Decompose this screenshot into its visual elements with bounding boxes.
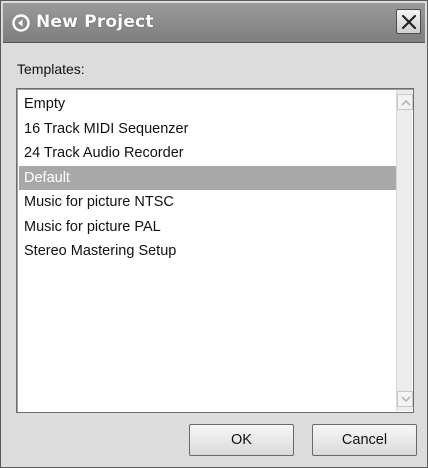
templates-label: Templates: (17, 61, 85, 77)
scroll-up-button[interactable] (397, 94, 413, 110)
list-item[interactable]: 24 Track Audio Recorder (19, 141, 398, 166)
new-project-dialog: New Project Templates: Empty 16 Track MI… (0, 0, 428, 468)
list-item[interactable]: Stereo Mastering Setup (19, 239, 398, 264)
cancel-button[interactable]: Cancel (312, 424, 417, 456)
list-item[interactable]: 16 Track MIDI Sequenzer (19, 117, 398, 142)
scroll-down-button[interactable] (397, 391, 413, 407)
templates-listbox[interactable]: Empty 16 Track MIDI Sequenzer 24 Track A… (16, 88, 414, 413)
list-item[interactable]: Music for picture PAL (19, 215, 398, 240)
window-title: New Project (36, 12, 154, 32)
list-item[interactable]: Music for picture NTSC (19, 190, 398, 215)
vertical-scrollbar[interactable] (396, 90, 413, 411)
title-bar[interactable]: New Project (3, 3, 425, 43)
ok-button[interactable]: OK (189, 424, 294, 456)
list-item[interactable]: Empty (19, 92, 398, 117)
close-button[interactable] (396, 9, 421, 34)
templates-list: Empty 16 Track MIDI Sequenzer 24 Track A… (19, 92, 398, 264)
app-logo-icon (12, 14, 30, 32)
list-item-selected[interactable]: Default (19, 165, 398, 190)
